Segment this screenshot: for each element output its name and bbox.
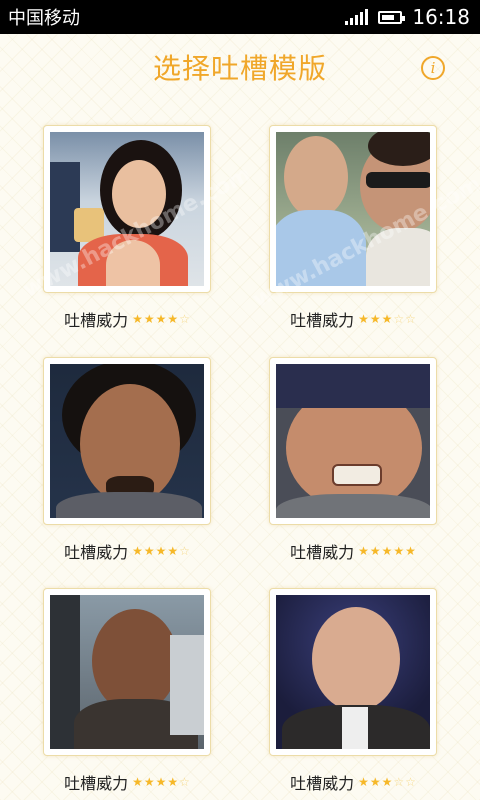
template-card-5[interactable]: [43, 588, 211, 756]
template-card-3[interactable]: [43, 357, 211, 525]
template-label-4: 吐槽威力 ★ ★ ★ ★ ★: [269, 539, 437, 563]
star-filled-icon: ★: [381, 312, 393, 326]
star-filled-icon: ★: [132, 544, 143, 558]
star-filled-icon: ★: [405, 544, 416, 558]
template-label-1: 吐槽威力 ★ ★ ★ ★ ☆: [43, 307, 211, 331]
template-label-6: 吐槽威力 ★ ★ ★ ☆ ☆: [269, 770, 437, 794]
template-label-text: 吐槽威力: [290, 311, 355, 330]
star-empty-icon: ☆: [393, 775, 405, 789]
template-label-text: 吐槽威力: [64, 543, 129, 562]
rating-stars: ★ ★ ★ ★ ☆: [132, 313, 190, 325]
star-filled-icon: ★: [167, 312, 179, 326]
rating-stars: ★ ★ ★ ☆ ☆: [358, 313, 416, 325]
star-filled-icon: ★: [381, 775, 393, 789]
star-filled-icon: ★: [143, 775, 155, 789]
star-filled-icon: ★: [143, 312, 155, 326]
template-label-2: 吐槽威力 ★ ★ ★ ☆ ☆: [269, 307, 437, 331]
template-card-1[interactable]: [43, 125, 211, 293]
star-filled-icon: ★: [155, 312, 167, 326]
star-filled-icon: ★: [358, 312, 369, 326]
star-filled-icon: ★: [167, 775, 179, 789]
star-filled-icon: ★: [358, 775, 369, 789]
battery-icon: [378, 10, 406, 24]
status-bar: 中国移动 16:18: [0, 0, 480, 34]
template-label-text: 吐槽威力: [64, 774, 129, 793]
template-label-text: 吐槽威力: [290, 774, 355, 793]
template-image-1: [50, 132, 204, 286]
star-filled-icon: ★: [369, 312, 381, 326]
star-empty-icon: ☆: [393, 312, 405, 326]
star-empty-icon: ☆: [179, 775, 190, 789]
clock: 16:18: [412, 5, 470, 29]
star-empty-icon: ☆: [179, 312, 190, 326]
template-card-4[interactable]: [269, 357, 437, 525]
template-image-2: [276, 132, 430, 286]
template-image-6: [276, 595, 430, 749]
template-image-4: [276, 364, 430, 518]
rating-stars: ★ ★ ★ ★ ☆: [132, 776, 190, 788]
star-empty-icon: ☆: [405, 312, 416, 326]
page-title: 选择吐槽模版: [152, 52, 327, 85]
star-filled-icon: ★: [167, 544, 179, 558]
star-filled-icon: ★: [155, 544, 167, 558]
template-image-5: [50, 595, 204, 749]
header: 选择吐槽模版 i: [0, 34, 480, 100]
template-card-6[interactable]: [269, 588, 437, 756]
template-label-text: 吐槽威力: [290, 543, 355, 562]
star-filled-icon: ★: [143, 544, 155, 558]
signal-icon: [345, 9, 369, 25]
star-filled-icon: ★: [369, 544, 381, 558]
rating-stars: ★ ★ ★ ☆ ☆: [358, 776, 416, 788]
star-filled-icon: ★: [155, 775, 167, 789]
info-icon[interactable]: i: [421, 56, 445, 80]
template-label-3: 吐槽威力 ★ ★ ★ ★ ☆: [43, 539, 211, 563]
star-filled-icon: ★: [132, 775, 143, 789]
template-label-5: 吐槽威力 ★ ★ ★ ★ ☆: [43, 770, 211, 794]
rating-stars: ★ ★ ★ ★ ☆: [132, 545, 190, 557]
template-label-text: 吐槽威力: [64, 311, 129, 330]
carrier-name: 中国移动: [8, 8, 80, 29]
rating-stars: ★ ★ ★ ★ ★: [358, 545, 416, 557]
star-filled-icon: ★: [132, 312, 143, 326]
star-filled-icon: ★: [369, 775, 381, 789]
template-image-3: [50, 364, 204, 518]
star-filled-icon: ★: [358, 544, 369, 558]
star-filled-icon: ★: [381, 544, 393, 558]
status-icons: 16:18: [345, 5, 470, 29]
star-empty-icon: ☆: [405, 775, 416, 789]
star-filled-icon: ★: [393, 544, 405, 558]
template-card-2[interactable]: [269, 125, 437, 293]
star-empty-icon: ☆: [179, 544, 190, 558]
